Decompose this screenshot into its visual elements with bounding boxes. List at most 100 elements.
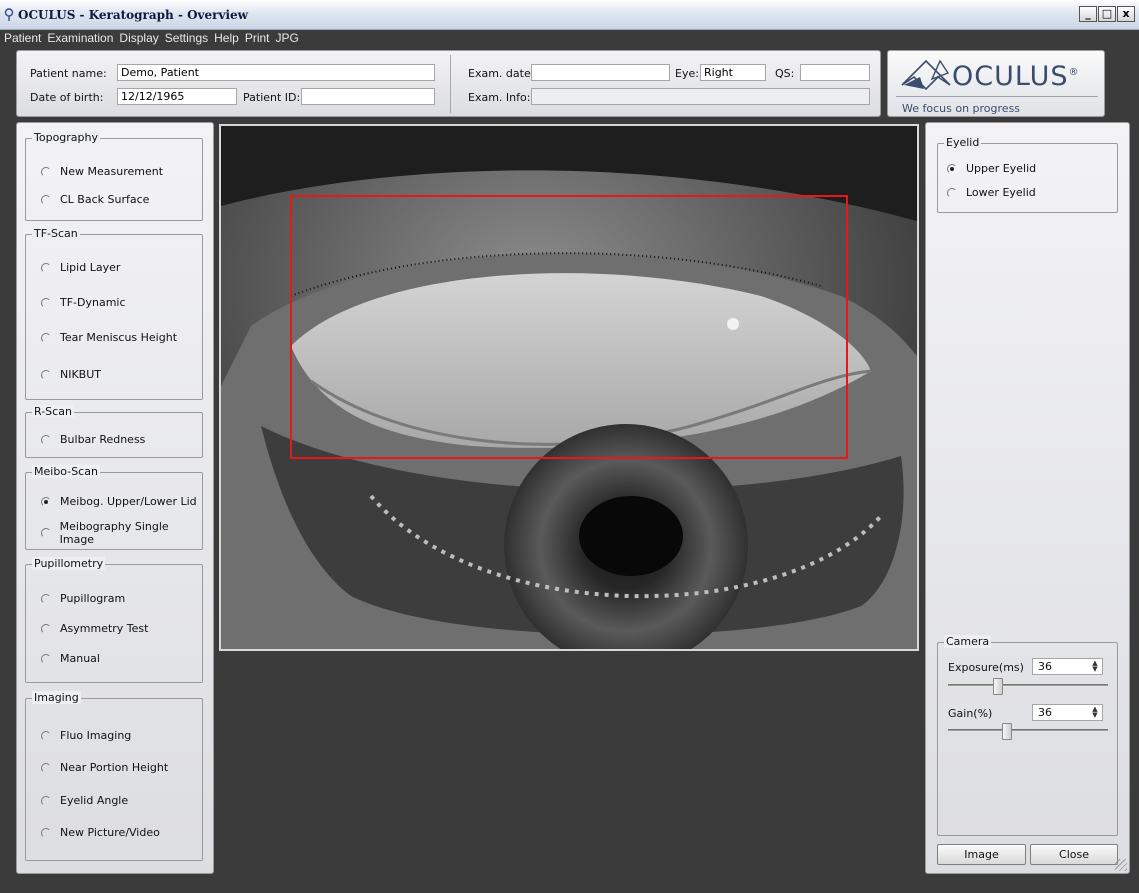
patient-id-label: Patient ID: (243, 91, 301, 104)
radio-nikbut[interactable]: NIKBUT (40, 368, 101, 381)
radio-label: Lipid Layer (60, 261, 121, 274)
patient-id-field[interactable] (301, 88, 435, 105)
menu-bar: Patient Examination Display Settings Hel… (0, 30, 1139, 46)
maximize-button[interactable]: □ (1098, 6, 1116, 22)
title-bar: OCULUS - Keratograph - Overview _ □ x (0, 0, 1139, 30)
radio-icon (40, 194, 52, 206)
examination-panel: Topography New Measurement CL Back Surfa… (16, 122, 214, 874)
radio-icon (946, 187, 958, 199)
radio-label: Lower Eyelid (966, 186, 1036, 199)
exam-date-field[interactable] (531, 64, 670, 81)
exposure-slider-thumb[interactable] (993, 678, 1003, 695)
radio-pupillogram[interactable]: Pupillogram (40, 592, 125, 605)
topography-title: Topography (32, 131, 101, 144)
radio-asymmetry-test[interactable]: Asymmetry Test (40, 622, 148, 635)
radio-new-measurement[interactable]: New Measurement (40, 165, 163, 178)
exposure-slider-track[interactable] (948, 684, 1108, 687)
radio-lipid-layer[interactable]: Lipid Layer (40, 261, 120, 274)
close-button[interactable]: Close (1030, 844, 1118, 865)
radio-icon (40, 369, 52, 381)
radio-upper-eyelid[interactable]: Upper Eyelid (946, 162, 1036, 175)
radio-label: Bulbar Redness (60, 433, 146, 446)
radio-label: Eyelid Angle (60, 794, 129, 807)
radio-label: Tear Meniscus Height (60, 331, 178, 344)
menu-examination[interactable]: Examination (45, 30, 117, 46)
resize-grip-icon[interactable] (1115, 859, 1127, 871)
close-window-button[interactable]: x (1117, 6, 1135, 22)
radio-bulbar-redness[interactable]: Bulbar Redness (40, 433, 145, 446)
dob-label: Date of birth: (30, 91, 104, 104)
topography-group: Topography New Measurement CL Back Surfa… (25, 131, 203, 221)
exposure-spinbox[interactable]: 36 ▲ ▼ (1032, 658, 1103, 675)
exam-date-label: Exam. date: (468, 67, 535, 80)
menu-patient[interactable]: Patient (2, 30, 45, 46)
radio-meibography-single-image[interactable]: Meibography Single Image (40, 520, 202, 546)
menu-help[interactable]: Help (212, 30, 243, 46)
gain-spinbox[interactable]: 36 ▲ ▼ (1032, 704, 1103, 721)
radio-icon (40, 527, 52, 539)
eyelid-group: Eyelid Upper Eyelid Lower Eyelid (937, 136, 1118, 213)
radio-label: Near Portion Height (60, 761, 169, 774)
exposure-label: Exposure(ms) (948, 661, 1024, 674)
radio-tear-meniscus-height[interactable]: Tear Meniscus Height (40, 331, 177, 344)
eyelid-title: Eyelid (944, 136, 982, 149)
radio-icon (40, 653, 52, 665)
registered-mark: ® (1068, 67, 1080, 78)
radio-icon (40, 332, 52, 344)
qs-label: QS: (775, 67, 795, 80)
gain-slider-track[interactable] (948, 729, 1108, 732)
gain-value: 36 (1038, 706, 1052, 719)
radio-label: Meibog. Upper/Lower Lid (60, 495, 197, 508)
imaging-title: Imaging (32, 691, 81, 704)
gain-label: Gain(%) (948, 707, 993, 720)
r-scan-title: R-Scan (32, 405, 74, 418)
radio-manual[interactable]: Manual (40, 652, 100, 665)
meibo-scan-title: Meibo-Scan (32, 465, 100, 478)
eye-field[interactable]: Right (700, 64, 766, 81)
radio-eyelid-angle[interactable]: Eyelid Angle (40, 794, 128, 807)
roi-selection-box[interactable] (290, 195, 848, 459)
dob-field[interactable]: 12/12/1965 (117, 88, 237, 105)
radio-icon (40, 762, 52, 774)
pupillometry-group: Pupillometry Pupillogram Asymmetry Test … (25, 557, 203, 683)
radio-icon (40, 166, 52, 178)
radio-icon (40, 593, 52, 605)
tf-scan-title: TF-Scan (32, 227, 80, 240)
spin-arrows-icon[interactable]: ▲ ▼ (1090, 660, 1100, 673)
tf-scan-group: TF-Scan Lipid Layer TF-Dynamic Tear Meni… (25, 227, 203, 400)
camera-image-view[interactable] (219, 124, 919, 651)
qs-field[interactable] (800, 64, 870, 81)
radio-lower-eyelid[interactable]: Lower Eyelid (946, 186, 1036, 199)
menu-jpg[interactable]: JPG (274, 30, 303, 46)
image-button[interactable]: Image (937, 844, 1026, 865)
minimize-button[interactable]: _ (1079, 6, 1097, 22)
radio-tf-dynamic[interactable]: TF-Dynamic (40, 296, 126, 309)
radio-selected-icon (946, 163, 958, 175)
patient-name-label: Patient name: (30, 67, 107, 80)
radio-icon (40, 434, 52, 446)
spin-arrows-icon[interactable]: ▲ ▼ (1090, 706, 1100, 719)
radio-icon (40, 297, 52, 309)
radio-icon (40, 623, 52, 635)
menu-print[interactable]: Print (243, 30, 274, 46)
window-title: OCULUS - Keratograph - Overview (18, 8, 248, 22)
radio-near-portion-height[interactable]: Near Portion Height (40, 761, 168, 774)
patient-name-field[interactable]: Demo, Patient (117, 64, 435, 81)
radio-fluo-imaging[interactable]: Fluo Imaging (40, 729, 131, 742)
settings-panel: Eyelid Upper Eyelid Lower Eyelid Camera … (925, 122, 1130, 874)
radio-cl-back-surface[interactable]: CL Back Surface (40, 193, 149, 206)
app-icon (4, 8, 14, 21)
logo-separator (896, 96, 1098, 97)
menu-settings[interactable]: Settings (163, 30, 212, 46)
radio-icon (40, 827, 52, 839)
r-scan-group: R-Scan Bulbar Redness (25, 405, 203, 458)
radio-new-picture-video[interactable]: New Picture/Video (40, 826, 160, 839)
exam-info-label: Exam. Info: (468, 91, 531, 104)
radio-meibog-upper-lower-lid[interactable]: Meibog. Upper/Lower Lid (40, 495, 197, 508)
oculus-logo-panel: OCULUS® We focus on progress (887, 50, 1105, 117)
gain-slider-thumb[interactable] (1002, 723, 1012, 740)
menu-display[interactable]: Display (117, 30, 162, 46)
meibo-scan-group: Meibo-Scan Meibog. Upper/Lower Lid Meibo… (25, 465, 203, 550)
exam-info-field[interactable] (531, 88, 870, 105)
radio-label: Fluo Imaging (60, 729, 132, 742)
